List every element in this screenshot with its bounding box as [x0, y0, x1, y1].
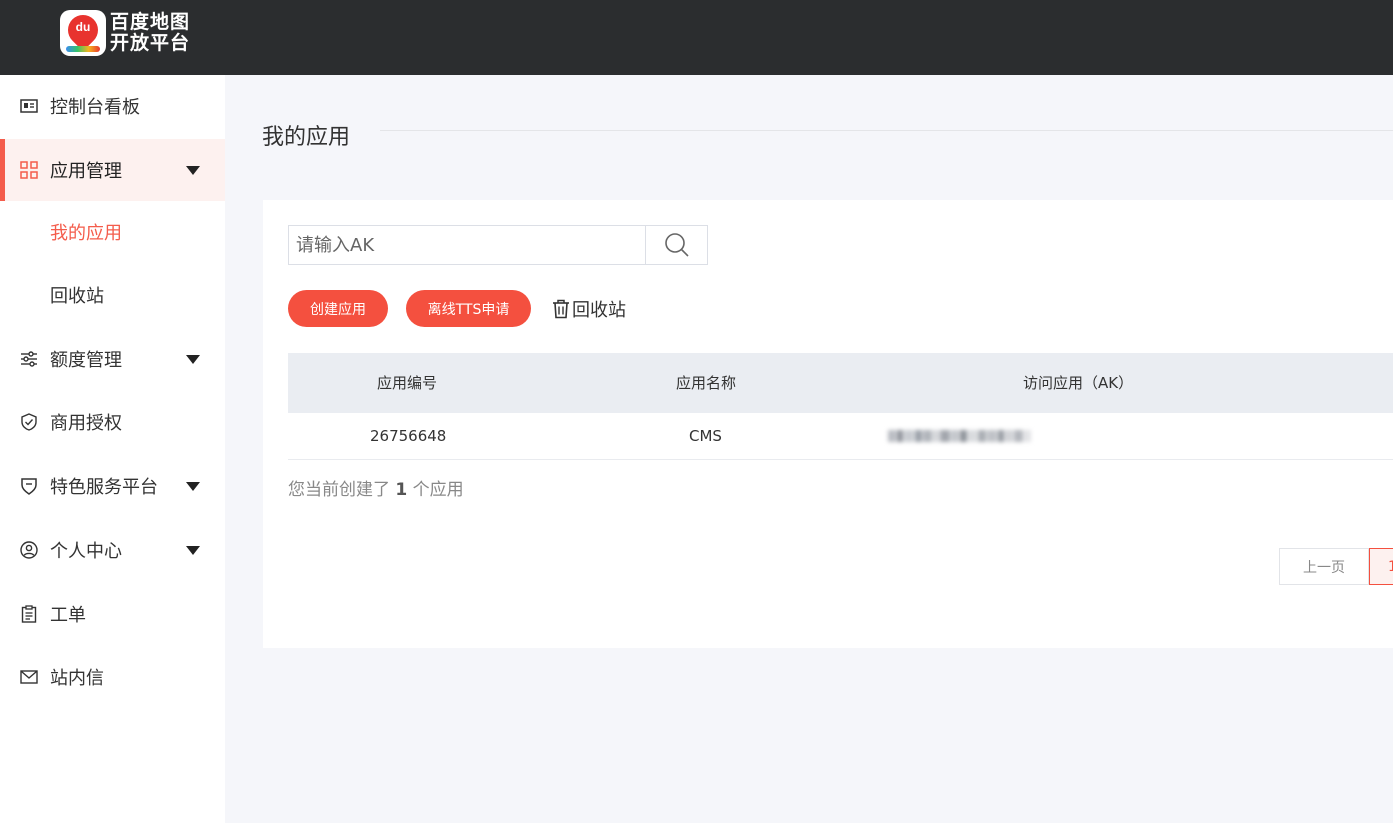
sidebar-item-commercial-license[interactable]: 商用授权	[0, 391, 225, 453]
recycle-bin-label: 回收站	[572, 300, 626, 321]
brand-name: 百度地图 开放平台	[110, 12, 190, 54]
sidebar-item-label: 额度管理	[50, 350, 122, 371]
sidebar-item-tickets[interactable]: 工单	[0, 583, 225, 645]
dashboard-card-icon	[20, 97, 38, 115]
sidebar-item-label: 个人中心	[50, 541, 122, 562]
caret-down-icon	[186, 546, 200, 555]
caret-down-icon	[186, 166, 200, 175]
sidebar-item-dashboard[interactable]: 控制台看板	[0, 75, 225, 137]
cell-app-name: CMS	[689, 427, 722, 445]
sidebar-subitem-recycle-bin[interactable]: 回收站	[0, 264, 225, 326]
table-header: 应用编号 应用名称 访问应用（AK）	[288, 353, 1393, 413]
sidebar-item-special-services[interactable]: 特色服务平台	[0, 455, 225, 517]
user-circle-icon	[20, 541, 38, 559]
sidebar-item-personal-center[interactable]: 个人中心	[0, 519, 225, 581]
brand-logo[interactable]: du 百度地图 开放平台	[60, 10, 190, 56]
mail-icon	[20, 668, 38, 686]
sidebar-item-label: 控制台看板	[50, 97, 140, 118]
sidebar-item-label: 站内信	[50, 668, 104, 689]
sidebar-item-label: 我的应用	[50, 223, 122, 244]
pagination-page-current[interactable]: 1	[1369, 548, 1393, 585]
column-header-app-name: 应用名称	[676, 374, 737, 392]
offline-tts-apply-button[interactable]: 离线TTS申请	[406, 290, 531, 327]
logo-badge-text: du	[75, 20, 91, 34]
caret-down-icon	[186, 482, 200, 491]
title-divider	[380, 130, 1393, 131]
column-header-ak: 访问应用（AK）	[1023, 374, 1134, 392]
create-app-button[interactable]: 创建应用	[288, 290, 388, 327]
search-icon	[664, 233, 689, 257]
app-count-number: 1	[395, 480, 408, 500]
column-header-app-id: 应用编号	[377, 374, 438, 392]
sidebar-item-app-management[interactable]: 应用管理	[0, 139, 225, 201]
trash-icon	[553, 299, 569, 319]
brand-name-line2: 开放平台	[110, 32, 191, 54]
sidebar-item-label: 工单	[50, 605, 86, 626]
recycle-bin-link[interactable]: 回收站	[552, 296, 626, 322]
badge-icon	[20, 477, 38, 495]
cell-app-id: 26756648	[370, 427, 447, 445]
pagination-prev-button[interactable]: 上一页	[1279, 548, 1369, 585]
search-button[interactable]	[645, 226, 707, 264]
clipboard-icon	[20, 605, 38, 623]
table-row: 26756648 CMS	[288, 413, 1393, 460]
app-count-text: 您当前创建了 1 个应用	[288, 475, 464, 500]
sidebar-subitem-my-apps[interactable]: 我的应用	[0, 201, 225, 263]
sliders-icon	[20, 350, 38, 368]
sidebar-item-messages[interactable]: 站内信	[0, 646, 225, 708]
cell-ak-redacted	[888, 430, 1038, 444]
top-bar: du 百度地图 开放平台	[0, 0, 1393, 75]
sidebar-item-quota[interactable]: 额度管理	[0, 328, 225, 390]
sidebar-item-label: 应用管理	[50, 161, 122, 182]
sidebar-item-label: 特色服务平台	[50, 477, 158, 498]
brand-name-line1: 百度地图	[110, 11, 191, 33]
sidebar-item-label: 商用授权	[50, 413, 122, 434]
ak-search-box	[288, 225, 708, 265]
sidebar: 控制台看板 应用管理 我的应用 回收站 额度管理 商用授权 特色服务平台 个人中…	[0, 75, 225, 823]
ak-search-input[interactable]	[289, 226, 646, 264]
grid-icon	[20, 161, 38, 179]
baidu-map-logo-icon: du	[60, 10, 106, 56]
app-count-prefix: 您当前创建了	[288, 480, 390, 500]
page-title: 我的应用	[262, 125, 351, 150]
app-count-suffix: 个应用	[412, 480, 464, 500]
shield-check-icon	[20, 413, 38, 431]
sidebar-item-label: 回收站	[50, 286, 104, 307]
caret-down-icon	[186, 355, 200, 364]
